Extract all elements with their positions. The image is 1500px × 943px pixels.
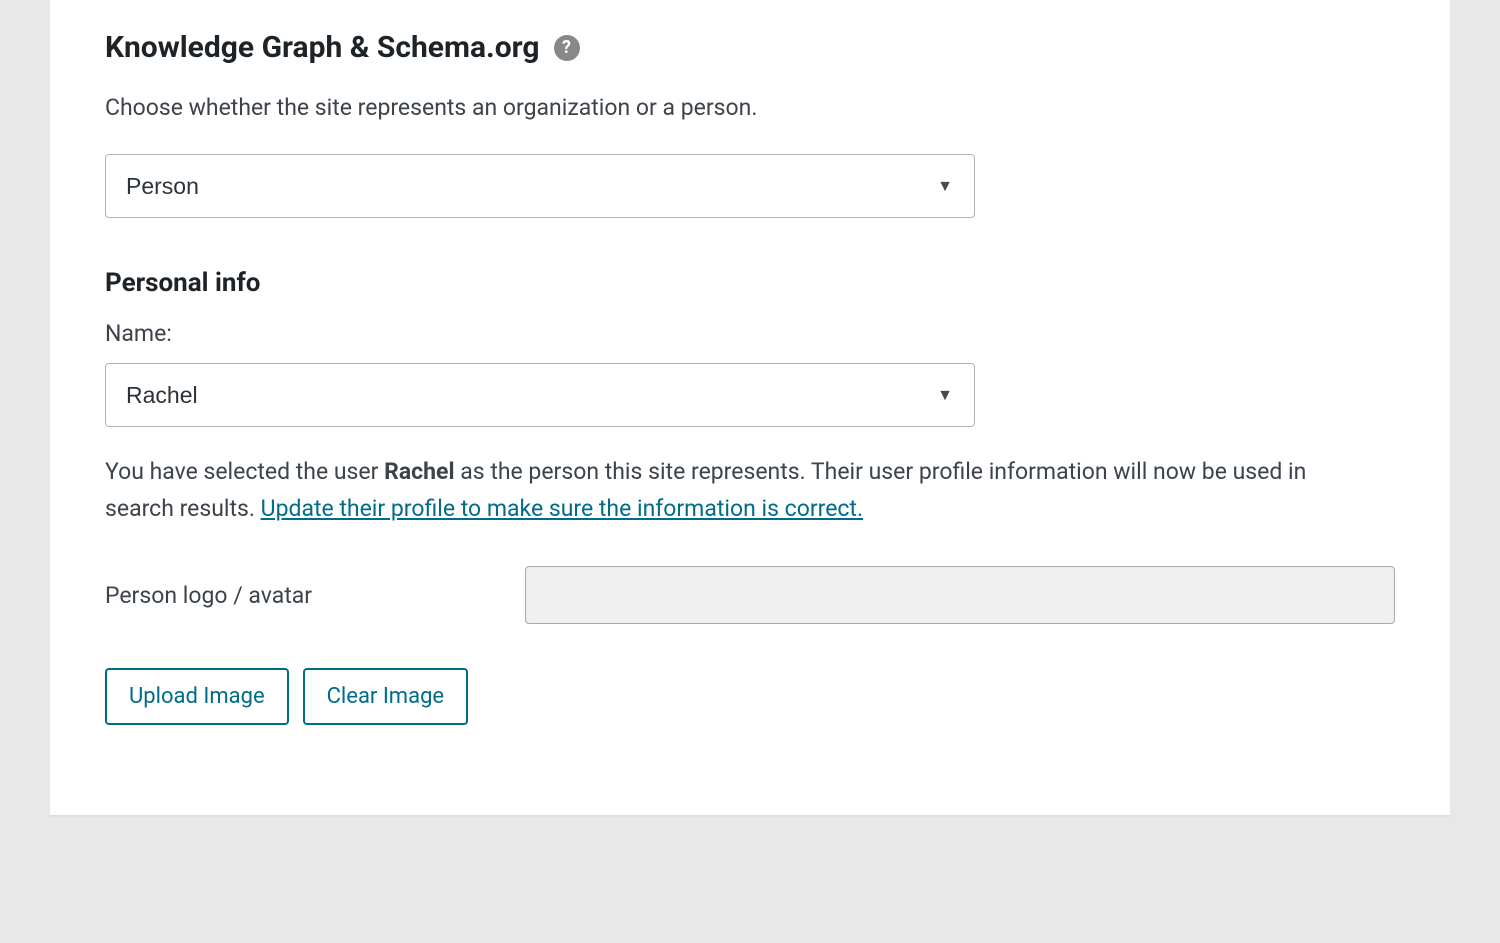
user-selection-info: You have selected the user Rachel as the…: [105, 453, 1365, 529]
clear-image-button[interactable]: Clear Image: [303, 668, 468, 725]
info-text-pre: You have selected the user: [105, 458, 384, 485]
help-icon[interactable]: ?: [554, 35, 580, 61]
section-heading: Knowledge Graph & Schema.org: [105, 30, 540, 65]
logo-input[interactable]: [525, 566, 1395, 624]
settings-panel: Knowledge Graph & Schema.org ? Choose wh…: [50, 0, 1450, 816]
button-row: Upload Image Clear Image: [105, 668, 1395, 725]
name-select[interactable]: Rachel: [105, 363, 975, 427]
section-heading-row: Knowledge Graph & Schema.org ?: [105, 30, 1395, 65]
name-label: Name:: [105, 320, 1395, 347]
upload-image-button[interactable]: Upload Image: [105, 668, 289, 725]
update-profile-link[interactable]: Update their profile to make sure the in…: [261, 495, 863, 522]
logo-label: Person logo / avatar: [105, 582, 505, 609]
entity-type-select-wrap: Person ▼: [105, 154, 975, 218]
name-select-wrap: Rachel ▼: [105, 363, 975, 427]
logo-row: Person logo / avatar: [105, 566, 1395, 624]
info-text-user: Rachel: [384, 458, 454, 485]
entity-type-select[interactable]: Person: [105, 154, 975, 218]
personal-info-heading: Personal info: [105, 268, 1395, 298]
section-description: Choose whether the site represents an or…: [105, 91, 1395, 126]
